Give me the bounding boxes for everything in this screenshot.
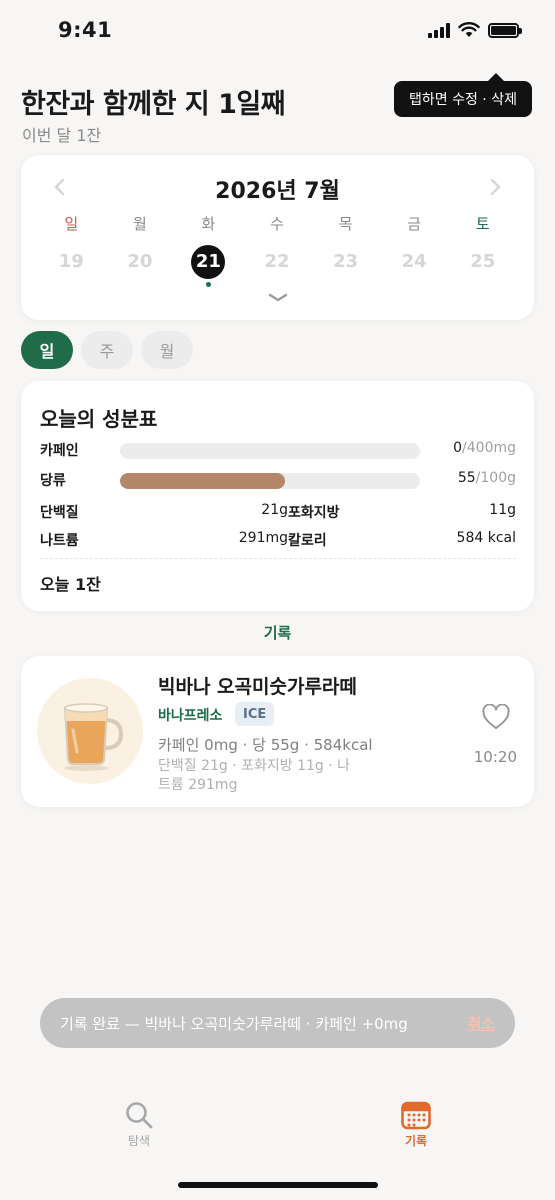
chevron-down-icon[interactable] xyxy=(21,287,534,308)
calendar-day-sat[interactable]: 토 25 xyxy=(448,213,517,287)
records-section-label: 기록 xyxy=(263,624,292,642)
calendar-day-sun[interactable]: 일 19 xyxy=(37,213,106,287)
tab-month[interactable]: 월 xyxy=(141,331,193,369)
temperature-badge: ICE xyxy=(235,702,275,726)
date-number: 23 xyxy=(333,251,359,272)
weekday-label: 금 xyxy=(407,215,422,233)
date-number: 24 xyxy=(401,251,427,272)
tab-record-label: 기록 xyxy=(404,1134,428,1148)
tab-record[interactable]: 기록 xyxy=(371,1098,461,1149)
drink-detail: 단백질 21g · 포화지방 11g · 나트륨 291mg xyxy=(158,758,351,793)
saturated-fat-label: 포화지방 xyxy=(288,505,340,521)
brand-name: 바나프레소 xyxy=(158,708,223,724)
home-indicator xyxy=(178,1182,378,1188)
caffeine-row: 카페인 0/400mg xyxy=(40,440,516,460)
calendar-week: 일 19 월 20 화 21 수 22 목 23 금 24 토 25 xyxy=(37,213,517,287)
today-total: 오늘 1잔 xyxy=(40,575,101,594)
record-entry-card[interactable]: 빅바나 오곡미숫가루라떼 바나프레소 ICE 카페인 0mg · 당 55g ·… xyxy=(21,656,534,807)
calendar-month-label: 2026년 7월 xyxy=(215,179,340,204)
sodium-value: 291mg xyxy=(238,530,288,546)
drink-thumbnail xyxy=(37,678,143,784)
record-time: 10:20 xyxy=(473,748,517,766)
dashed-divider xyxy=(40,558,516,559)
edit-delete-tooltip: 탭하면 수정 · 삭제 xyxy=(394,73,532,117)
caffeine-label: 카페인 xyxy=(40,443,79,459)
weekday-label: 화 xyxy=(201,215,216,233)
tab-search[interactable]: 탐색 xyxy=(94,1098,184,1149)
page-title[interactable]: 한잔과 함께한 지 1일째 xyxy=(21,82,286,121)
date-number: 22 xyxy=(264,251,290,272)
weekday-label: 수 xyxy=(270,215,284,233)
protein-value: 21g xyxy=(261,502,288,518)
heart-outline-icon[interactable] xyxy=(482,703,510,734)
nutrition-title: 오늘의 성분표 xyxy=(40,407,158,431)
calendar-day-wed[interactable]: 수 22 xyxy=(243,213,312,287)
tab-week[interactable]: 주 xyxy=(81,331,133,369)
date-number: 25 xyxy=(470,251,496,272)
sugar-progress-bar xyxy=(120,473,420,489)
drink-summary: 카페인 0mg · 당 55g · 584kcal xyxy=(158,736,373,754)
weekday-label: 목 xyxy=(338,215,353,233)
tab-search-label: 탐색 xyxy=(127,1134,151,1148)
record-complete-toast: 기록 완료 — 빅바나 오곡미숫가루라떼 · 카페인 +0mg 취소 xyxy=(40,998,515,1048)
tab-day[interactable]: 일 xyxy=(21,331,73,369)
weekday-label: 일 xyxy=(64,215,79,233)
calendar-icon xyxy=(371,1098,461,1132)
cellular-signal-icon xyxy=(428,22,450,38)
sodium-label: 나트륨 xyxy=(40,533,79,549)
calendar-card: 2026년 7월 일 19 월 20 화 21 수 22 목 23 금 24 토… xyxy=(21,155,534,320)
sugar-progress-fill xyxy=(120,473,285,489)
status-time: 9:41 xyxy=(58,18,113,42)
sugar-value: 55/100g xyxy=(457,470,516,486)
toast-message: 기록 완료 — 빅바나 오곡미숫가루라떼 · 카페인 +0mg xyxy=(60,1014,408,1033)
battery-icon xyxy=(488,22,522,38)
calendar-day-fri[interactable]: 금 24 xyxy=(380,213,449,287)
date-number: 20 xyxy=(127,251,153,272)
weekday-label: 월 xyxy=(132,215,147,233)
calendar-day-thu[interactable]: 목 23 xyxy=(311,213,380,287)
caffeine-value: 0/400mg xyxy=(453,440,516,456)
selected-date: 21 xyxy=(191,245,226,279)
weekday-label: 토 xyxy=(475,215,490,233)
undo-button[interactable]: 취소 xyxy=(467,1013,495,1034)
wifi-icon xyxy=(458,22,480,37)
date-number: 19 xyxy=(58,251,84,272)
page-subtitle: 이번 달 1잔 xyxy=(22,126,102,145)
saturated-fat-value: 11g xyxy=(489,502,516,518)
calendar-day-mon[interactable]: 월 20 xyxy=(106,213,175,287)
calories-value: 584 kcal xyxy=(456,530,516,546)
sugar-label: 당류 xyxy=(40,473,66,489)
caffeine-progress-bar xyxy=(120,443,420,459)
chevron-right-icon[interactable] xyxy=(484,175,508,199)
calories-label: 칼로리 xyxy=(288,533,327,549)
latte-glass-illustration xyxy=(37,678,143,784)
status-bar: 9:41 xyxy=(0,0,555,62)
sugar-row: 당류 55/100g xyxy=(40,470,516,490)
calendar-day-tue[interactable]: 화 21 xyxy=(174,213,243,287)
protein-label: 단백질 xyxy=(40,505,79,521)
nutrition-detail-grid: 단백질 21g 포화지방 11g 나트륨 291mg 칼로리 584 kcal xyxy=(40,502,516,558)
drink-name: 빅바나 오곡미숫가루라떼 xyxy=(158,676,357,698)
search-icon xyxy=(94,1098,184,1132)
period-segmented-control: 일 주 월 xyxy=(21,331,193,369)
nutrition-card: 오늘의 성분표 카페인 0/400mg 당류 55/100g 단백질 21g 포… xyxy=(21,381,534,611)
status-icons xyxy=(428,22,522,38)
